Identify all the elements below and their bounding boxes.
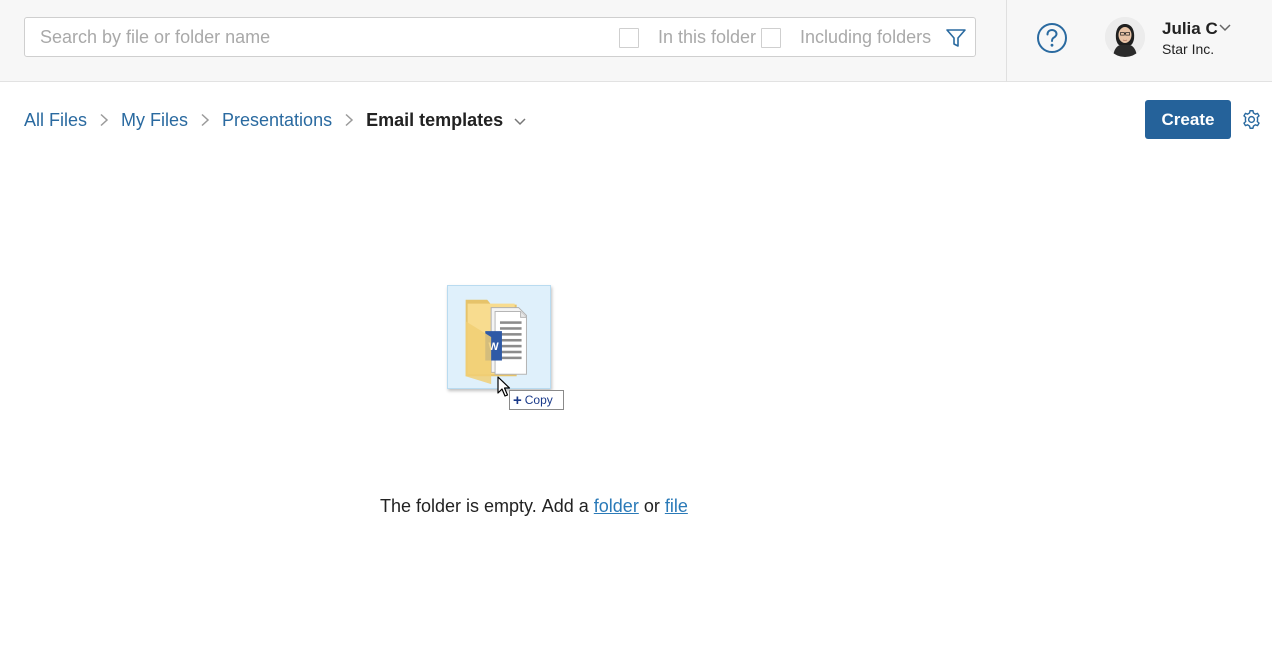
breadcrumb-presentations[interactable]: Presentations xyxy=(222,110,332,131)
breadcrumb: All Files My Files Presentations Email t… xyxy=(24,108,527,132)
folder-icon: W xyxy=(465,299,527,385)
add-file-link[interactable]: file xyxy=(665,496,688,516)
drag-preview: W xyxy=(447,285,551,389)
including-folders-label: Including folders xyxy=(800,27,932,47)
user-company: Star Inc. xyxy=(1162,41,1215,57)
chevron-down-icon[interactable] xyxy=(1218,23,1232,33)
breadcrumb-current: Email templates xyxy=(366,109,504,130)
chevron-right-icon xyxy=(345,113,354,127)
in-this-folder-label: In this folder xyxy=(658,27,757,47)
breadcrumb-my-files[interactable]: My Files xyxy=(121,110,188,131)
chevron-right-icon xyxy=(100,113,109,127)
empty-state-message: The folder is empty. Add a folder or fil… xyxy=(380,496,688,517)
user-name[interactable]: Julia C xyxy=(1162,19,1218,39)
gear-icon[interactable] xyxy=(1241,109,1262,130)
create-button[interactable]: Create xyxy=(1145,100,1231,139)
search-input[interactable] xyxy=(25,18,605,56)
copy-tooltip: + Copy xyxy=(509,390,564,410)
chevron-right-icon xyxy=(201,113,210,127)
search-box[interactable]: In this folder Including folders xyxy=(24,17,976,57)
filter-icon[interactable] xyxy=(945,27,967,49)
plus-icon: + xyxy=(513,391,522,409)
in-this-folder-checkbox[interactable] xyxy=(619,28,639,48)
add-folder-link[interactable]: folder xyxy=(594,496,639,516)
including-folders-checkbox[interactable] xyxy=(761,28,781,48)
copy-tooltip-label: Copy xyxy=(524,393,553,407)
empty-state-text: The folder is empty. Add a xyxy=(380,496,594,516)
avatar[interactable] xyxy=(1105,17,1145,57)
top-bar: In this folder Including folders Julia C… xyxy=(0,0,1272,82)
chevron-down-icon[interactable] xyxy=(513,117,527,127)
empty-state-or: or xyxy=(638,496,665,516)
help-icon[interactable] xyxy=(1036,22,1068,54)
breadcrumb-all-files[interactable]: All Files xyxy=(24,110,87,131)
header-divider xyxy=(1006,0,1007,82)
